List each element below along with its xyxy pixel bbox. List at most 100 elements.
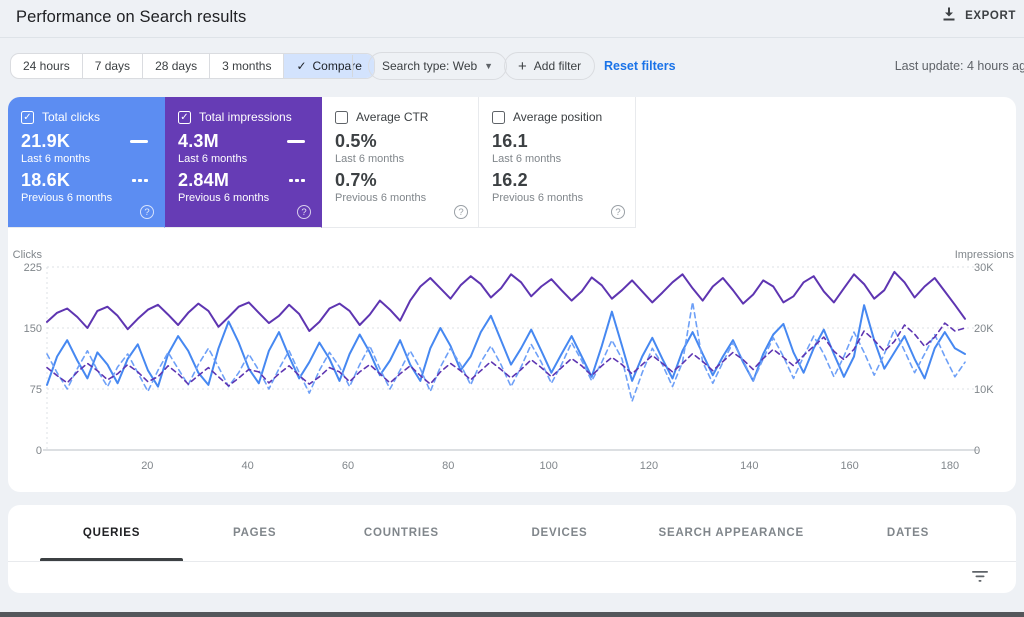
current-value: 4.3M xyxy=(178,131,219,151)
performance-line-chart[interactable]: 225 30K 150 20K 75 10K 0 0 Clicks Impressions 20 40… xyxy=(0,240,1024,490)
checkbox-icon[interactable] xyxy=(335,110,348,124)
chip-compare[interactable]: ✓ Compare xyxy=(283,54,374,78)
check-icon: ✓ xyxy=(296,59,307,73)
chip-label: 28 days xyxy=(155,59,198,73)
previous-value: 2.84M xyxy=(178,170,230,190)
tab-queries[interactable]: QUERIES xyxy=(40,505,184,561)
chip-7-days[interactable]: 7 days xyxy=(81,54,142,78)
chip-28-days[interactable]: 28 days xyxy=(142,54,209,78)
export-button[interactable]: EXPORT xyxy=(942,7,1016,25)
tab-countries[interactable]: COUNTRIES xyxy=(326,505,476,561)
svg-text:20K: 20K xyxy=(974,323,994,335)
tab-label: QUERIES xyxy=(82,527,141,539)
page-title: Performance on Search results xyxy=(16,8,247,26)
svg-text:0: 0 xyxy=(36,445,42,457)
svg-text:20: 20 xyxy=(141,460,153,472)
previous-value: 18.6K xyxy=(21,170,71,190)
svg-text:150: 150 xyxy=(24,323,42,335)
last-update-text: Last update: 4 hours ago xyxy=(894,59,1024,73)
export-label: EXPORT xyxy=(965,10,1016,22)
chip-24-hours[interactable]: 24 hours xyxy=(11,54,82,78)
card-label: Average position xyxy=(513,110,603,124)
date-range-chip-group: 24 hours 7 days 28 days 3 months ✓ Compar… xyxy=(10,53,375,79)
filter-table-icon[interactable] xyxy=(972,570,988,588)
current-caption: Last 6 months xyxy=(178,153,248,165)
dimension-tabs: QUERIES PAGES COUNTRIES DEVICES SEARCH A… xyxy=(8,505,1016,562)
chevron-down-icon: ▼ xyxy=(484,61,494,71)
svg-text:40: 40 xyxy=(242,460,254,472)
svg-text:75: 75 xyxy=(30,384,42,396)
previous-caption: Previous 6 months xyxy=(21,192,113,204)
average-ctr-card[interactable]: Average CTR 0.5% Last 6 months 0.7% Prev… xyxy=(322,97,479,228)
add-filter-button[interactable]: + Add filter xyxy=(504,52,596,80)
previous-caption: Previous 6 months xyxy=(178,192,270,204)
tab-dates[interactable]: DATES xyxy=(820,505,996,561)
chip-label: Compare xyxy=(312,59,362,73)
table-toolbar xyxy=(8,562,1016,592)
tab-label: DATES xyxy=(886,527,930,539)
card-label: Total clicks xyxy=(42,110,101,124)
chip-label: 7 days xyxy=(94,59,131,73)
tab-devices[interactable]: DEVICES xyxy=(476,505,642,561)
checkbox-icon[interactable] xyxy=(492,110,505,124)
download-icon xyxy=(942,7,956,25)
current-value: 16.1 xyxy=(492,131,528,151)
svg-text:30K: 30K xyxy=(974,262,994,274)
solid-line-icon xyxy=(130,140,148,143)
svg-text:10K: 10K xyxy=(974,384,994,396)
card-label: Average CTR xyxy=(356,110,429,124)
current-value: 0.5% xyxy=(335,131,377,151)
divider xyxy=(352,55,353,77)
svg-text:Clicks: Clicks xyxy=(13,249,43,261)
help-icon[interactable]: ? xyxy=(297,205,311,219)
svg-text:160: 160 xyxy=(840,460,858,472)
svg-text:Impressions: Impressions xyxy=(955,249,1015,261)
tab-label: SEARCH APPEARANCE xyxy=(658,527,804,539)
search-type-dropdown[interactable]: Search type: Web ▼ xyxy=(368,52,508,80)
current-caption: Last 6 months xyxy=(492,153,562,165)
tab-pages[interactable]: PAGES xyxy=(183,505,326,561)
help-icon[interactable]: ? xyxy=(140,205,154,219)
reset-filters-link[interactable]: Reset filters xyxy=(604,59,676,73)
help-icon[interactable]: ? xyxy=(454,205,468,219)
svg-text:0: 0 xyxy=(974,445,980,457)
checkbox-icon[interactable] xyxy=(21,110,34,124)
checkbox-icon[interactable] xyxy=(178,110,191,124)
chip-3-months[interactable]: 3 months xyxy=(209,54,283,78)
add-filter-label: Add filter xyxy=(533,59,582,73)
average-position-card[interactable]: Average position 16.1 Last 6 months 16.2… xyxy=(479,97,636,228)
current-value: 21.9K xyxy=(21,131,71,151)
svg-text:120: 120 xyxy=(640,460,658,472)
card-label: Total impressions xyxy=(199,110,292,124)
svg-text:60: 60 xyxy=(342,460,354,472)
search-type-label: Search type: Web xyxy=(382,59,478,73)
tab-search-appearance[interactable]: SEARCH APPEARANCE xyxy=(643,505,820,561)
help-icon[interactable]: ? xyxy=(611,205,625,219)
svg-text:140: 140 xyxy=(740,460,758,472)
current-caption: Last 6 months xyxy=(21,153,91,165)
total-clicks-card[interactable]: Total clicks 21.9K Last 6 months 18.6K P… xyxy=(8,97,165,228)
svg-text:80: 80 xyxy=(442,460,454,472)
current-caption: Last 6 months xyxy=(335,153,405,165)
previous-caption: Previous 6 months xyxy=(492,192,584,204)
metric-cards-row: Total clicks 21.9K Last 6 months 18.6K P… xyxy=(8,97,636,228)
app-header: Performance on Search results EXPORT xyxy=(0,0,1024,38)
total-impressions-card[interactable]: Total impressions 4.3M Last 6 months 2.8… xyxy=(165,97,322,228)
tab-label: PAGES xyxy=(232,527,277,539)
svg-text:100: 100 xyxy=(539,460,557,472)
table-header-edge xyxy=(0,612,1024,617)
previous-value: 0.7% xyxy=(335,170,377,190)
dashed-line-icon xyxy=(289,179,305,182)
tab-label: COUNTRIES xyxy=(363,527,439,539)
chip-label: 3 months xyxy=(222,59,272,73)
chip-label: 24 hours xyxy=(23,59,70,73)
dimensions-panel: QUERIES PAGES COUNTRIES DEVICES SEARCH A… xyxy=(8,505,1016,593)
plus-icon: + xyxy=(518,57,527,75)
previous-caption: Previous 6 months xyxy=(335,192,427,204)
dashed-line-icon xyxy=(132,179,148,182)
previous-value: 16.2 xyxy=(492,170,528,190)
tab-label: DEVICES xyxy=(531,527,588,539)
solid-line-icon xyxy=(287,140,305,143)
svg-text:180: 180 xyxy=(941,460,959,472)
svg-text:225: 225 xyxy=(24,262,42,274)
